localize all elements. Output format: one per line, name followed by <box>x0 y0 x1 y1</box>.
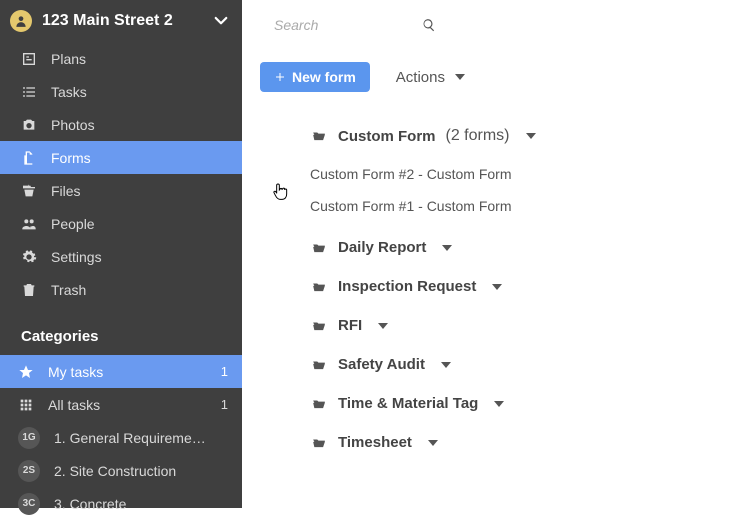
category-item[interactable]: 1G 1. General Requireme… <box>0 421 242 454</box>
folder-name: Safety Audit <box>338 356 425 373</box>
folder-count: (2 forms) <box>446 127 510 145</box>
category-label: My tasks <box>48 364 207 380</box>
category-badge-icon: 2S <box>18 460 40 482</box>
sidebar-item-trash[interactable]: Trash <box>0 273 242 306</box>
form-template-folder[interactable]: Daily Report <box>310 234 712 261</box>
plus-icon <box>274 71 286 83</box>
grid-icon <box>18 397 34 413</box>
folder-open-icon <box>310 241 328 255</box>
sidebar-item-label: Files <box>51 183 81 199</box>
trash-icon <box>21 282 37 298</box>
category-label: 3. Concrete <box>54 496 228 512</box>
caret-down-icon <box>455 72 465 82</box>
search-bar[interactable] <box>260 10 712 40</box>
category-item[interactable]: 2S 2. Site Construction <box>0 454 242 487</box>
folder-name: Daily Report <box>338 239 426 256</box>
sidebar-item-people[interactable]: People <box>0 207 242 240</box>
project-switcher[interactable]: 123 Main Street 2 <box>0 0 242 42</box>
sidebar-item-settings[interactable]: Settings <box>0 240 242 273</box>
form-template-folder[interactable]: RFI <box>310 312 712 339</box>
form-instance[interactable]: Custom Form #1 - Custom Form <box>310 190 712 222</box>
project-name: 123 Main Street 2 <box>42 12 202 30</box>
category-label: 2. Site Construction <box>54 463 228 479</box>
plans-icon <box>21 51 37 67</box>
form-template-folder[interactable]: Safety Audit <box>310 351 712 378</box>
category-count: 1 <box>221 397 228 412</box>
hand-cursor-icon <box>272 182 288 202</box>
folder-name: Custom Form <box>338 128 436 145</box>
sidebar-item-label: Settings <box>51 249 102 265</box>
sidebar-item-tasks[interactable]: Tasks <box>0 75 242 108</box>
folder-menu-caret-icon[interactable] <box>378 321 388 331</box>
folder-name: Timesheet <box>338 434 412 451</box>
folder-open-icon <box>310 319 328 333</box>
folder-open-icon <box>310 280 328 294</box>
category-count: 1 <box>221 364 228 379</box>
category-item[interactable]: My tasks 1 <box>0 355 242 388</box>
app-logo-icon <box>10 10 32 32</box>
form-template-folder[interactable]: Custom Form (2 forms) <box>310 122 712 150</box>
folder-open-icon <box>310 129 328 143</box>
form-template-folder[interactable]: Time & Material Tag <box>310 390 712 417</box>
form-template-folder[interactable]: Timesheet <box>310 429 712 456</box>
main-content: New form Actions Custom Form(2 forms)Cus… <box>242 0 730 508</box>
sidebar-item-files[interactable]: Files <box>0 174 242 207</box>
folder-open-icon <box>310 436 328 450</box>
star-icon <box>18 364 34 380</box>
folder-menu-caret-icon[interactable] <box>428 438 438 448</box>
folder-name: Inspection Request <box>338 278 476 295</box>
folder-menu-caret-icon[interactable] <box>494 399 504 409</box>
folder-menu-caret-icon[interactable] <box>441 360 451 370</box>
tasks-icon <box>21 84 37 100</box>
search-icon <box>422 18 436 32</box>
category-badge-icon: 3C <box>18 493 40 515</box>
sidebar-item-plans[interactable]: Plans <box>0 42 242 75</box>
category-label: 1. General Requireme… <box>54 430 228 446</box>
people-icon <box>21 216 37 232</box>
new-form-button[interactable]: New form <box>260 62 370 92</box>
search-input[interactable] <box>274 17 414 33</box>
sidebar-item-label: Tasks <box>51 84 87 100</box>
folder-open-icon <box>310 397 328 411</box>
folder-menu-caret-icon[interactable] <box>442 243 452 253</box>
folder-menu-caret-icon[interactable] <box>526 131 536 141</box>
sidebar-item-label: Trash <box>51 282 86 298</box>
photos-icon <box>21 117 37 133</box>
forms-icon <box>21 150 37 166</box>
actions-menu-button[interactable]: Actions <box>396 69 465 86</box>
actions-label: Actions <box>396 69 445 86</box>
category-badge-icon: 1G <box>18 427 40 449</box>
form-instance[interactable]: Custom Form #2 - Custom Form <box>310 158 712 190</box>
folder-menu-caret-icon[interactable] <box>492 282 502 292</box>
category-label: All tasks <box>48 397 207 413</box>
category-item[interactable]: All tasks 1 <box>0 388 242 421</box>
files-icon <box>21 183 37 199</box>
sidebar-item-label: Plans <box>51 51 86 67</box>
sidebar-item-forms[interactable]: Forms <box>0 141 242 174</box>
sidebar-item-label: People <box>51 216 95 232</box>
category-item[interactable]: 3C 3. Concrete <box>0 487 242 520</box>
form-template-folder[interactable]: Inspection Request <box>310 273 712 300</box>
new-form-label: New form <box>292 69 356 85</box>
sidebar: 123 Main Street 2 Plans Tasks Photos Forms F… <box>0 0 242 508</box>
settings-icon <box>21 249 37 265</box>
folder-open-icon <box>310 358 328 372</box>
folder-name: RFI <box>338 317 362 334</box>
sidebar-item-photos[interactable]: Photos <box>0 108 242 141</box>
categories-header: Categories <box>0 306 242 355</box>
folder-name: Time & Material Tag <box>338 395 478 412</box>
sidebar-item-label: Photos <box>51 117 95 133</box>
sidebar-item-label: Forms <box>51 150 91 166</box>
